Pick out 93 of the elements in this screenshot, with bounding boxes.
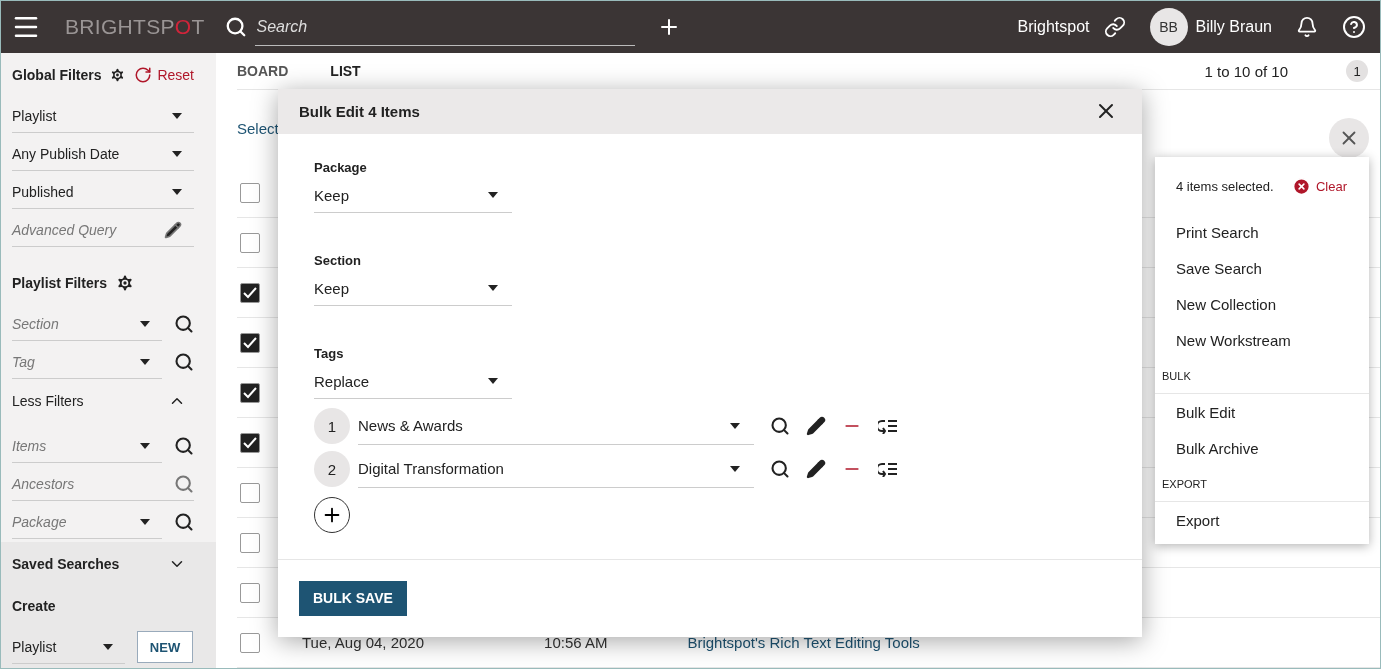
caret-icon [730,465,740,472]
type-select[interactable]: Playlist [12,630,125,664]
menu-item[interactable]: New Collection [1155,286,1369,322]
selection-summary: 4 items selected. [1176,179,1274,194]
date-cell: Tue, Aug 04, 2020 [302,634,425,651]
caret-icon [140,442,150,449]
page-number[interactable]: 1 [1346,60,1368,82]
help-icon[interactable] [1342,15,1366,39]
query-field[interactable]: Advanced Query [12,213,194,247]
section-title: Global Filters [12,67,102,83]
filter-field[interactable]: Ancestors [12,467,194,501]
clear-icon [1291,177,1311,196]
dialog-title: Bulk Edit 4 Items [299,102,420,120]
pencil-icon[interactable] [806,416,826,437]
time-cell: 10:56 AM [544,634,608,651]
caret-icon [488,192,498,199]
item-number: 2 [314,451,350,488]
caret-icon [488,285,498,292]
search-icon[interactable] [174,352,194,372]
filter-select[interactable]: Tag [12,345,162,379]
menu-item[interactable]: Bulk Edit [1155,394,1369,430]
menu-item[interactable]: Print Search [1155,214,1369,250]
field-select[interactable]: Keep [314,271,512,306]
caret-icon [730,422,740,429]
list-icon[interactable] [878,461,898,478]
filter-select[interactable]: Published [12,175,194,209]
add-button[interactable] [314,496,350,533]
less-filters-toggle[interactable]: Less Filters [12,381,194,421]
section-title: Create [12,598,56,614]
row-checkbox[interactable] [240,582,260,603]
field-select[interactable]: Replace [314,364,512,399]
logo: BRIGHTSPOT [65,14,205,40]
row-checkbox[interactable] [240,432,260,453]
field-label: Package [314,159,368,175]
item-number: 1 [314,408,350,445]
row-checkbox[interactable] [240,532,260,553]
row-checkbox[interactable] [240,332,260,353]
search-icon[interactable] [224,16,247,38]
caret-icon [140,320,150,327]
new-button[interactable]: NEW [137,631,193,663]
menu-item[interactable]: Export [1155,502,1369,538]
search-field[interactable]: Search [254,8,635,46]
notification-icon[interactable] [1296,16,1318,38]
caret-icon [140,358,150,365]
caret-icon [103,643,113,650]
filter-select[interactable]: Section [12,307,162,341]
filter-select[interactable]: Items [12,429,162,463]
tag-value-dropdown[interactable]: Digital Transformation [358,450,754,489]
saved-searches-toggle[interactable]: Saved Searches [12,544,194,584]
filter-select[interactable]: Package [12,505,162,539]
site-name[interactable]: Brightspot [1017,18,1090,36]
menu-heading: EXPORT [1155,466,1369,502]
tag-value-dropdown[interactable]: News & Awards [358,407,754,446]
row-checkbox[interactable] [240,282,260,303]
clear-button[interactable]: Clear [1291,177,1347,196]
view-tab[interactable]: LIST [330,63,361,79]
field-label: Section [314,252,362,268]
row-checkbox[interactable] [240,232,260,253]
bulk-save-button[interactable]: BULK SAVE [299,580,407,616]
user-name[interactable]: Billy Braun [1195,18,1272,36]
row-checkbox[interactable] [240,632,260,653]
view-tab[interactable]: BOARD [237,63,289,79]
filter-select[interactable]: Any Publish Date [12,137,194,171]
menu-item[interactable]: Save Search [1155,250,1369,286]
link-icon[interactable] [1103,16,1126,38]
row-checkbox[interactable] [240,382,260,403]
search-icon[interactable] [174,314,194,334]
reset-button[interactable]: Reset [134,66,194,84]
row-checkbox[interactable] [240,482,260,503]
menu-heading: BULK [1155,358,1369,394]
menu-item[interactable]: New Workstream [1155,322,1369,358]
filter-select[interactable]: Playlist [12,99,194,133]
caret-icon [172,150,182,157]
pencil-icon[interactable] [806,459,826,480]
caret-icon [172,112,182,119]
search-icon[interactable] [770,459,790,480]
title-link[interactable]: Brightspot's Rich Text Editing Tools [687,634,920,651]
pencil-icon[interactable] [164,220,182,239]
field-select[interactable]: Keep [314,178,512,213]
search-icon[interactable] [770,416,790,437]
menu-item[interactable]: Bulk Archive [1155,430,1369,466]
list-icon[interactable] [878,418,898,435]
refresh-icon [134,66,153,84]
caret-icon [172,188,182,195]
caret-icon [488,378,498,385]
field-label: Tags [314,345,345,361]
result-count: 1 to 10 of 10 [1204,62,1288,80]
caret-icon [140,518,150,525]
search-icon[interactable] [174,512,194,532]
search-icon[interactable] [174,436,194,456]
row-checkbox[interactable] [240,182,260,203]
section-title: Playlist Filters [12,275,107,291]
user-avatar[interactable]: BB [1149,8,1188,46]
